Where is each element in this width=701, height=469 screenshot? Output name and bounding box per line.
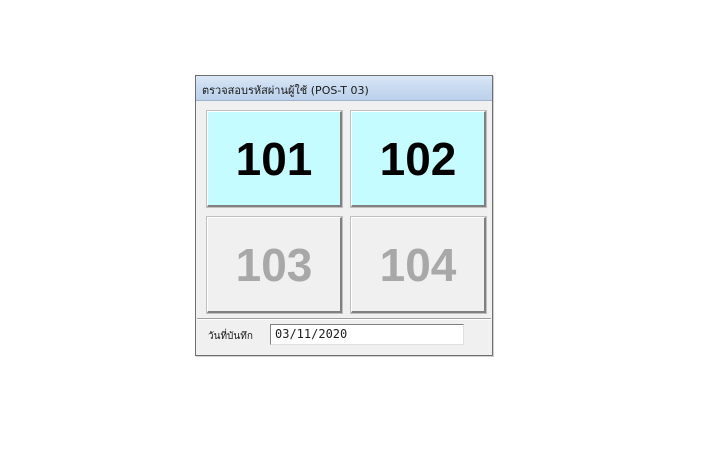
window-title: ตรวจสอบรหัสผ่านผู้ใช้ (POS-T 03) xyxy=(202,84,369,97)
terminal-button-103[interactable]: 103 xyxy=(206,216,343,314)
terminal-button-104[interactable]: 104 xyxy=(350,216,487,314)
record-date-label: วันที่บันทึก xyxy=(208,331,253,342)
title-bar[interactable]: ตรวจสอบรหัสผ่านผู้ใช้ (POS-T 03) xyxy=(196,76,492,101)
divider xyxy=(197,318,491,320)
terminal-button-102[interactable]: 102 xyxy=(350,110,487,208)
login-dialog: ตรวจสอบรหัสผ่านผู้ใช้ (POS-T 03) 101 102… xyxy=(195,75,493,356)
record-date-field[interactable]: 03/11/2020 xyxy=(270,324,464,345)
terminal-button-101[interactable]: 101 xyxy=(206,110,343,208)
